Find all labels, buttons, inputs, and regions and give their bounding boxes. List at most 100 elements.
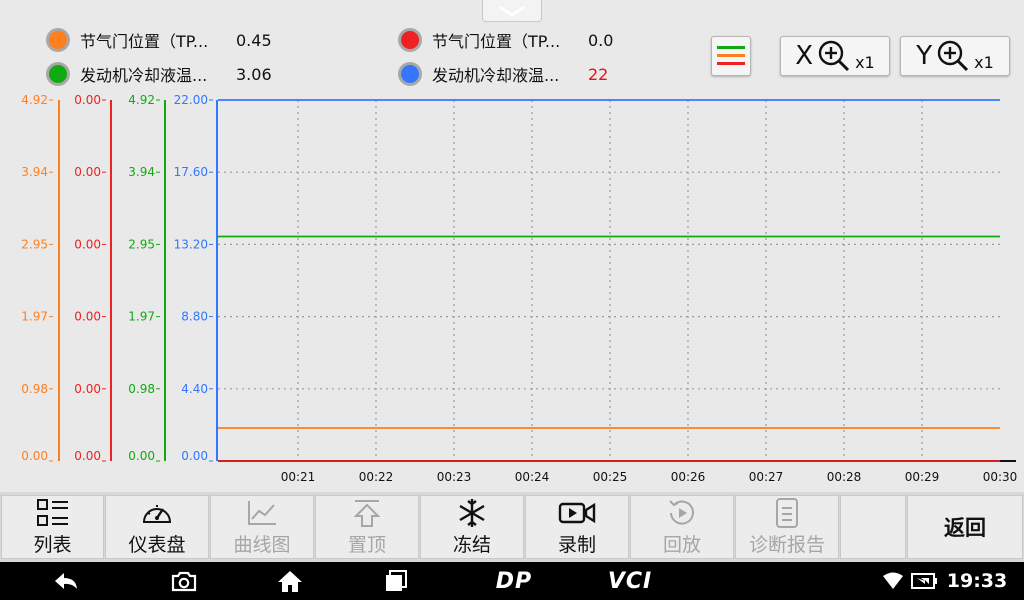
legend-item-3[interactable]: 发动机冷却液温... 22 <box>398 59 608 89</box>
record-button[interactable]: 录制 <box>525 495 629 559</box>
legend-value: 3.06 <box>236 64 272 84</box>
x-tick-label: 00:23 <box>437 470 472 484</box>
report-icon <box>776 497 798 528</box>
battery-status <box>910 562 940 600</box>
x-tick-label: 00:26 <box>671 470 706 484</box>
y-tick-label: 0.98 <box>21 382 48 396</box>
pull-down-tab[interactable] <box>482 0 542 22</box>
action-label: 曲线图 <box>233 533 291 556</box>
y-tick-label: 0.00 <box>74 382 101 396</box>
action-label: 回放 <box>662 533 701 556</box>
action-label: 录制 <box>557 533 596 556</box>
back-nav-button[interactable] <box>48 562 84 600</box>
multi-line-menu-icon <box>717 46 745 65</box>
x-tick-label: 00:27 <box>749 470 784 484</box>
x-zoom-button[interactable]: X x1 <box>780 36 890 76</box>
back-label: 返回 <box>944 516 986 540</box>
y-tick-label: 1.97 <box>128 310 155 324</box>
pin-top-button[interactable]: 置顶 <box>315 495 419 559</box>
plot-area <box>218 100 1000 461</box>
video-record-icon <box>558 502 596 523</box>
y-zoom-button[interactable]: Y x1 <box>900 36 1010 76</box>
vci-brand-logo[interactable]: VCI <box>598 562 662 600</box>
y-zoom-level: x1 <box>974 52 994 72</box>
y-tick-label: 0.00 <box>74 95 101 107</box>
clock: 19:33 <box>946 570 1008 592</box>
screenshot-button[interactable] <box>168 562 200 600</box>
y-axis-letter: Y <box>916 41 933 71</box>
system-nav-bar: DP VCI 19:33 <box>0 562 1024 600</box>
zoom-in-icon <box>937 40 969 72</box>
home-nav-button[interactable] <box>274 562 306 600</box>
series-color-dot <box>46 28 70 52</box>
action-label: 仪表盘 <box>128 533 186 556</box>
y-tick-label: 0.00 <box>74 310 101 324</box>
wifi-icon <box>883 572 903 589</box>
y-tick-label: 0.00 <box>74 165 101 179</box>
x-tick-label: 00:30 <box>983 470 1018 484</box>
playback-icon <box>669 499 694 525</box>
legend-name: 节气门位置（TP... <box>80 32 209 51</box>
empty-slot <box>840 495 906 559</box>
action-label: 置顶 <box>347 533 386 556</box>
legend-panel: 节气门位置（TP... 0.45 发动机冷却液温... 3.06 节气门位置（T… <box>0 0 1024 95</box>
y-tick-label: 4.92 <box>128 95 155 107</box>
freeze-button[interactable]: 冻结 <box>420 495 524 559</box>
y-tick-label: 3.94 <box>128 165 155 179</box>
chart-canvas[interactable]: 4.92 3.94 2.95 1.97 0.98 0.00 0.00 0.00 0.00 0.00… <box>0 93 1024 492</box>
playback-button[interactable]: 回放 <box>630 495 734 559</box>
snowflake-icon <box>459 498 485 527</box>
app-window: 节气门位置（TP... 0.45 发动机冷却液温... 3.06 节气门位置（T… <box>0 0 1024 600</box>
y-tick-label: 0.00 <box>74 237 101 251</box>
back-arrow-icon <box>55 573 77 589</box>
legend-item-0[interactable]: 节气门位置（TP... 0.45 <box>46 25 272 55</box>
action-label: 列表 <box>33 533 72 556</box>
x-tick-label: 00:21 <box>281 470 316 484</box>
diagnostic-report-button[interactable]: 诊断报告 <box>735 495 839 559</box>
gauge-button[interactable]: 仪表盘 <box>105 495 209 559</box>
y-tick-label: 0.00 <box>74 449 101 463</box>
y-tick-label: 17.60 <box>174 165 208 179</box>
y-tick-label: 0.00 <box>181 449 208 463</box>
y-tick-label: 1.97 <box>21 310 48 324</box>
battery-charging-icon <box>911 573 937 589</box>
x-tick-label: 00:28 <box>827 470 862 484</box>
series-color-dot <box>398 28 422 52</box>
legend-value: 0.45 <box>236 30 272 50</box>
camera-icon <box>171 571 197 592</box>
y-tick-label: 3.94 <box>21 165 48 179</box>
y-tick-label: 0.98 <box>128 382 155 396</box>
y-tick-label: 13.20 <box>174 237 208 251</box>
x-tick-label: 00:29 <box>905 470 940 484</box>
list-icon <box>36 498 68 526</box>
dp-brand-logo[interactable]: DP <box>484 562 544 600</box>
recent-apps-button[interactable] <box>380 562 412 600</box>
x-tick-label: 00:25 <box>593 470 628 484</box>
legend-item-1[interactable]: 发动机冷却液温... 3.06 <box>46 59 272 89</box>
legend-item-2[interactable]: 节气门位置（TP... 0.0 <box>398 25 613 55</box>
x-zoom-level: x1 <box>855 52 875 72</box>
line-chart-button[interactable]: 曲线图 <box>210 495 314 559</box>
x-tick-label: 00:22 <box>359 470 394 484</box>
x-tick-label: 00:24 <box>515 470 550 484</box>
series-select-button[interactable] <box>711 36 751 76</box>
action-label: 诊断报告 <box>748 533 825 556</box>
x-axis-letter: X <box>795 41 814 71</box>
wifi-status <box>880 562 906 600</box>
back-button[interactable]: 返回 <box>907 495 1023 559</box>
y-tick-label: 2.95 <box>21 237 48 251</box>
list-button[interactable]: 列表 <box>1 495 104 559</box>
series-color-dot <box>46 62 70 86</box>
home-icon <box>278 571 302 592</box>
legend-name: 发动机冷却液温... <box>432 66 560 85</box>
legend-value: 0.0 <box>588 30 614 50</box>
action-bar: 列表 仪表盘 曲线图 置顶 冻结 录制 回放 诊断报告 返回 <box>0 492 1024 562</box>
action-label: 冻结 <box>452 533 491 556</box>
recent-apps-icon <box>386 570 407 591</box>
y-tick-label: 4.92 <box>21 95 48 107</box>
chevron-down-icon <box>499 5 525 16</box>
legend-value: 22 <box>588 64 609 84</box>
y-tick-label: 22.00 <box>174 95 208 107</box>
data-stream-chart[interactable]: 4.92 3.94 2.95 1.97 0.98 0.00 0.00 0.00 0.00 0.00… <box>0 93 1024 492</box>
gauge-icon <box>142 504 172 523</box>
